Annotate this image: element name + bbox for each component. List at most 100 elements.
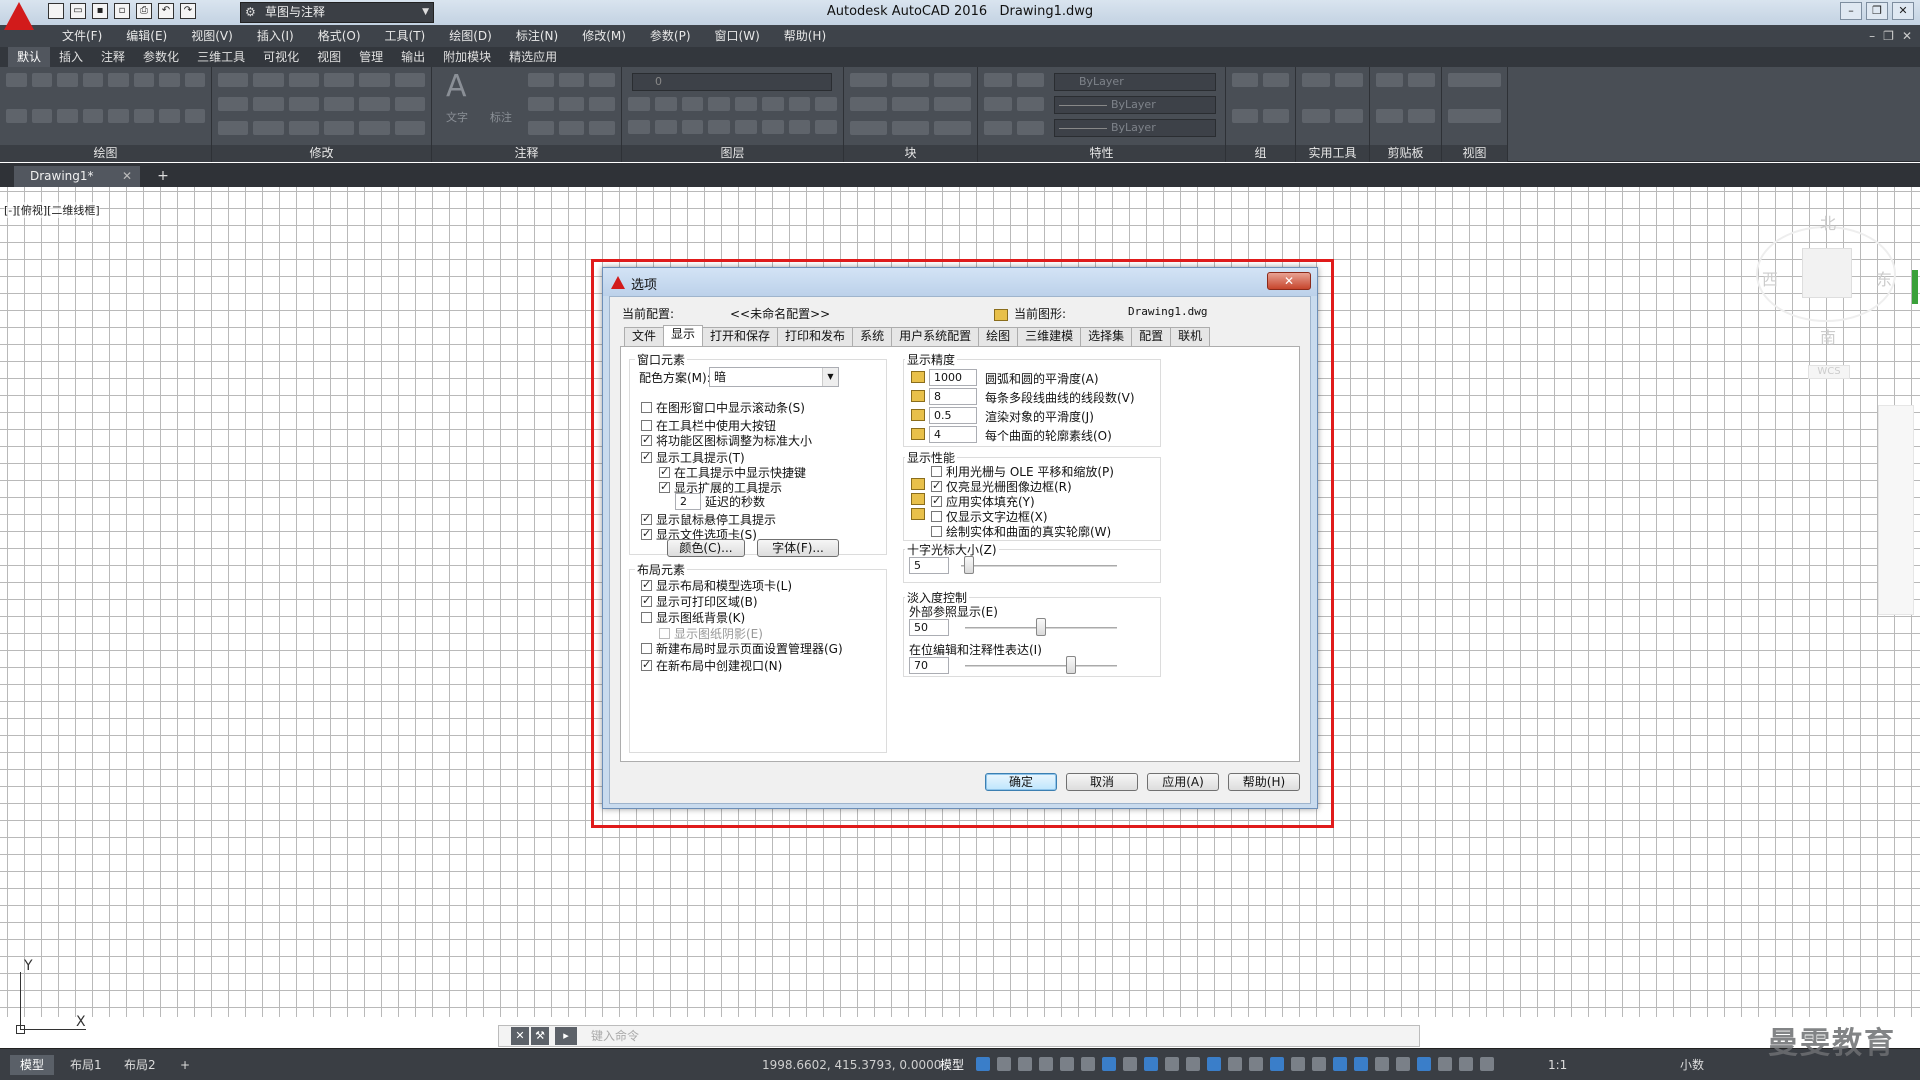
apply-button[interactable]: 应用(A): [1147, 773, 1219, 791]
customize-icon[interactable]: ⚒: [531, 1027, 549, 1045]
inplace-fade-slider-thumb[interactable]: [1066, 656, 1077, 674]
crosshair-size-input[interactable]: 5: [909, 557, 949, 574]
color-scheme-select[interactable]: 暗 ▼: [709, 367, 839, 387]
close-command-line-icon[interactable]: ✕: [511, 1027, 529, 1045]
ribbon-panel-label[interactable]: 图层: [622, 145, 843, 162]
tab-files[interactable]: 文件: [624, 327, 665, 346]
ribbon-panel-label[interactable]: 特性: [978, 145, 1225, 162]
cancel-button[interactable]: 取消: [1066, 773, 1138, 791]
compass-north[interactable]: 北: [1820, 210, 1836, 234]
resize-ribbon-icons-checkbox[interactable]: 将功能区图标调整为标准大小: [641, 432, 812, 449]
tooltip-delay-input[interactable]: 2: [675, 493, 701, 510]
ribbon-panel-label[interactable]: 实用工具: [1296, 145, 1369, 162]
minimize-icon[interactable]: –: [1840, 2, 1862, 20]
inplace-fade-slider-track[interactable]: [965, 665, 1117, 667]
ribbon-tab-3d-tools[interactable]: 三维工具: [188, 47, 254, 67]
inplace-fade-input[interactable]: 70: [909, 657, 949, 674]
tab-profiles[interactable]: 配置: [1131, 327, 1172, 346]
ok-button[interactable]: 确定: [985, 773, 1057, 791]
tab-open-save[interactable]: 打开和保存: [702, 327, 779, 346]
rendered-smoothness-input[interactable]: 0.5: [929, 407, 977, 424]
page-setup-manager-checkbox[interactable]: 新建布局时显示页面设置管理器(G): [641, 640, 843, 657]
ribbon-panel-label[interactable]: 块: [844, 145, 977, 162]
menu-tools[interactable]: 工具(T): [375, 25, 436, 47]
menu-insert[interactable]: 插入(I): [247, 25, 304, 47]
menu-edit[interactable]: 编辑(E): [116, 25, 177, 47]
color-dropdown[interactable]: ByLayer: [1054, 73, 1216, 91]
new-tab-icon[interactable]: +: [152, 168, 174, 186]
tab-selection[interactable]: 选择集: [1080, 327, 1133, 346]
ribbon-tab-parametric[interactable]: 参数化: [134, 47, 188, 67]
menu-format[interactable]: 格式(O): [308, 25, 371, 47]
block-tools[interactable]: [850, 73, 971, 139]
tab-display[interactable]: 显示: [663, 325, 704, 346]
arc-smoothness-input[interactable]: 1000: [929, 369, 977, 386]
doc-close-icon[interactable]: ✕: [1902, 25, 1912, 47]
true-silhouettes-checkbox[interactable]: 绘制实体和曲面的真实轮廓(W): [931, 523, 1111, 540]
clipboard-tools[interactable]: [1376, 73, 1435, 139]
tab-system[interactable]: 系统: [852, 327, 893, 346]
ribbon-panel-label[interactable]: 注释: [432, 145, 621, 162]
drafting-toggles[interactable]: [976, 1057, 1494, 1071]
layout-model-tabs-checkbox[interactable]: 显示布局和模型选项卡(L): [641, 577, 792, 594]
xref-fade-input[interactable]: 50: [909, 619, 949, 636]
linetype-dropdown[interactable]: ByLayer: [1054, 96, 1216, 114]
close-icon[interactable]: ✕: [1892, 2, 1914, 20]
ribbon-tab-addins[interactable]: 附加模块: [434, 47, 500, 67]
recent-commands-icon[interactable]: ▸: [555, 1027, 577, 1045]
close-tab-icon[interactable]: ✕: [122, 166, 132, 187]
units-display[interactable]: 小数: [1680, 1055, 1704, 1075]
crosshair-slider-track[interactable]: [961, 565, 1117, 567]
viewport-controls[interactable]: [-][俯视][二维线框]: [4, 202, 100, 218]
layer-dropdown[interactable]: 0: [632, 73, 832, 91]
crosshair-slider-thumb[interactable]: [963, 556, 974, 574]
compass-south[interactable]: 南: [1820, 324, 1836, 348]
tab-3d-modeling[interactable]: 三维建模: [1017, 327, 1082, 346]
ribbon-tab-output[interactable]: 输出: [392, 47, 434, 67]
menu-file[interactable]: 文件(F): [52, 25, 112, 47]
model-space-toggle[interactable]: 模型: [930, 1055, 974, 1075]
compass-east[interactable]: 东: [1876, 266, 1892, 290]
menu-view[interactable]: 视图(V): [181, 25, 243, 47]
compass-west[interactable]: 西: [1762, 266, 1778, 290]
menu-modify[interactable]: 修改(M): [572, 25, 636, 47]
contour-lines-input[interactable]: 4: [929, 426, 977, 443]
menu-draw[interactable]: 绘图(D): [439, 25, 502, 47]
tab-layout1[interactable]: 布局1: [60, 1055, 112, 1075]
ribbon-panel-label[interactable]: 视图: [1442, 145, 1507, 162]
fonts-button[interactable]: 字体(F)...: [757, 539, 839, 557]
utility-tools[interactable]: [1302, 73, 1363, 139]
tab-layout2[interactable]: 布局2: [114, 1055, 166, 1075]
tab-drafting[interactable]: 绘图: [978, 327, 1019, 346]
navigation-bar[interactable]: [1878, 405, 1914, 615]
layer-tools[interactable]: [628, 97, 837, 137]
paper-background-checkbox[interactable]: 显示图纸背景(K): [641, 609, 745, 626]
modify-tools[interactable]: [218, 73, 425, 139]
draw-tools[interactable]: [6, 73, 205, 139]
text-tool-icon[interactable]: A: [446, 69, 467, 104]
ribbon-panel-label[interactable]: 绘图: [0, 145, 211, 162]
tab-online[interactable]: 联机: [1170, 327, 1211, 346]
tab-model[interactable]: 模型: [10, 1055, 55, 1075]
doc-minimize-icon[interactable]: –: [1869, 25, 1875, 47]
ribbon-tab-manage[interactable]: 管理: [350, 47, 392, 67]
annotation-tools[interactable]: [528, 73, 615, 139]
add-layout-icon[interactable]: +: [170, 1055, 200, 1075]
navigation-bar-handle[interactable]: [1912, 270, 1918, 304]
group-tools[interactable]: [1232, 73, 1289, 139]
command-input[interactable]: 键入命令: [591, 1026, 639, 1046]
ribbon-panel-label[interactable]: 修改: [212, 145, 431, 162]
printable-area-checkbox[interactable]: 显示可打印区域(B): [641, 593, 758, 610]
tab-plot-publish[interactable]: 打印和发布: [777, 327, 854, 346]
document-tab[interactable]: Drawing1* ✕: [14, 166, 140, 187]
viewcube-face[interactable]: [1802, 248, 1852, 298]
menu-parametric[interactable]: 参数(P): [640, 25, 701, 47]
doc-restore-icon[interactable]: ❐: [1883, 25, 1894, 47]
ribbon-tab-insert[interactable]: 插入: [50, 47, 92, 67]
ribbon-panel-label[interactable]: 组: [1226, 145, 1295, 162]
dialog-title-bar[interactable]: 选项 ✕: [603, 268, 1317, 296]
ribbon-tab-default[interactable]: 默认: [8, 47, 51, 67]
lineweight-dropdown[interactable]: ByLayer: [1054, 119, 1216, 137]
colors-button[interactable]: 颜色(C)...: [667, 539, 745, 557]
menu-dimension[interactable]: 标注(N): [506, 25, 568, 47]
